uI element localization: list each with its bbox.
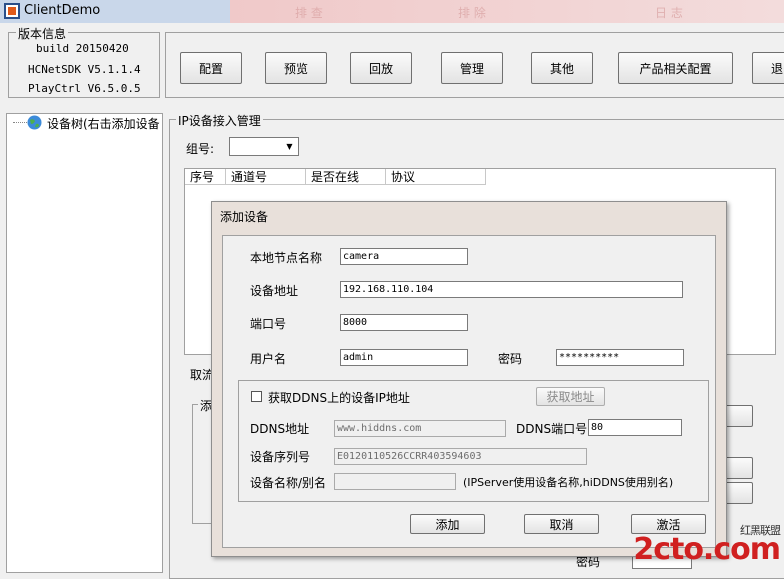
node-name-label: 本地节点名称 — [250, 251, 323, 265]
watermark: 红黑联盟 2cto.com — [633, 524, 781, 567]
group-label: 组号: — [186, 142, 215, 156]
ip-device-legend: IP设备接入管理 — [176, 112, 263, 129]
node-name-input[interactable]: camera — [340, 248, 468, 265]
address-input[interactable]: 192.168.110.104 — [340, 281, 683, 298]
faint-tab-2: 排 除 — [458, 6, 486, 20]
activate-button[interactable]: 激活 — [631, 514, 706, 534]
chevron-down-icon[interactable]: ▼ — [283, 140, 296, 153]
col-header-online[interactable]: 是否在线 — [306, 169, 386, 185]
preview-button[interactable]: 预览 — [265, 52, 327, 84]
tree-line — [13, 122, 27, 123]
title-bar: ClientDemo 排 查 排 除 日 志 — [0, 0, 784, 23]
ddns-port-label: DDNS端口号 — [516, 422, 588, 436]
app-icon — [4, 3, 20, 19]
playctrl-version: PlayCtrl V6.5.0.5 — [28, 82, 141, 95]
port-label: 端口号 — [250, 317, 287, 331]
port-input[interactable]: 8000 — [340, 314, 468, 331]
sdk-version: HCNetSDK V5.1.1.4 — [28, 63, 141, 76]
group-select[interactable]: ▼ — [229, 137, 299, 156]
version-info-legend: 版本信息 — [16, 25, 69, 42]
alias-hint: (IPServer使用设备名称,hiDDNS使用别名) — [463, 476, 674, 489]
device-tree[interactable]: 设备树(右击添加设备 — [6, 113, 163, 573]
watermark-sub: 红黑联盟 — [740, 524, 781, 537]
build-text: build 20150420 — [36, 42, 129, 55]
config-button[interactable]: 配置 — [180, 52, 242, 84]
address-label: 设备地址 — [250, 284, 299, 298]
tree-root-label[interactable]: 设备树(右击添加设备 — [47, 115, 160, 132]
cancel-button[interactable]: 取消 — [524, 514, 599, 534]
ddns-checkbox[interactable] — [251, 391, 262, 402]
password-input[interactable]: ********** — [556, 349, 684, 366]
dialog-title: 添加设备 — [220, 210, 269, 224]
bg-button-1[interactable] — [723, 405, 753, 427]
ddns-address-input[interactable]: www.hiddns.com — [334, 420, 506, 437]
ddns-port-input[interactable]: 80 — [588, 419, 682, 436]
manage-button[interactable]: 管理 — [441, 52, 503, 84]
bg-button-2[interactable] — [723, 457, 753, 479]
username-label: 用户名 — [250, 352, 287, 366]
serial-input[interactable]: E0120110526CCRR403594603 — [334, 448, 587, 465]
col-header-protocol[interactable]: 协议 — [386, 169, 486, 185]
password-label: 密码 — [498, 352, 523, 366]
globe-icon — [27, 115, 42, 130]
other-button[interactable]: 其他 — [531, 52, 593, 84]
serial-label: 设备序列号 — [250, 450, 311, 464]
ddns-address-label: DDNS地址 — [250, 422, 310, 436]
username-input[interactable]: admin — [340, 349, 468, 366]
col-header-index[interactable]: 序号 — [185, 169, 226, 185]
col-header-channel[interactable]: 通道号 — [226, 169, 306, 185]
faint-tab-1: 排 查 — [295, 6, 323, 20]
dialog-body: 本地节点名称 camera 设备地址 192.168.110.104 端口号 8… — [222, 235, 716, 548]
faint-tab-3: 日 志 — [655, 6, 683, 20]
playback-button[interactable]: 回放 — [350, 52, 412, 84]
bg-button-3[interactable] — [723, 482, 753, 504]
ddns-checkbox-label[interactable]: 获取DDNS上的设备IP地址 — [268, 389, 410, 406]
add-button[interactable]: 添加 — [410, 514, 485, 534]
add-device-dialog: 添加设备 本地节点名称 camera 设备地址 192.168.110.104 … — [211, 201, 727, 557]
get-address-button[interactable]: 获取地址 — [536, 387, 605, 406]
exit-button[interactable]: 退 — [752, 52, 784, 84]
alias-input[interactable] — [334, 473, 456, 490]
alias-label: 设备名称/别名 — [250, 476, 327, 490]
product-config-button[interactable]: 产品相关配置 — [618, 52, 733, 84]
window-title: ClientDemo — [24, 3, 101, 18]
